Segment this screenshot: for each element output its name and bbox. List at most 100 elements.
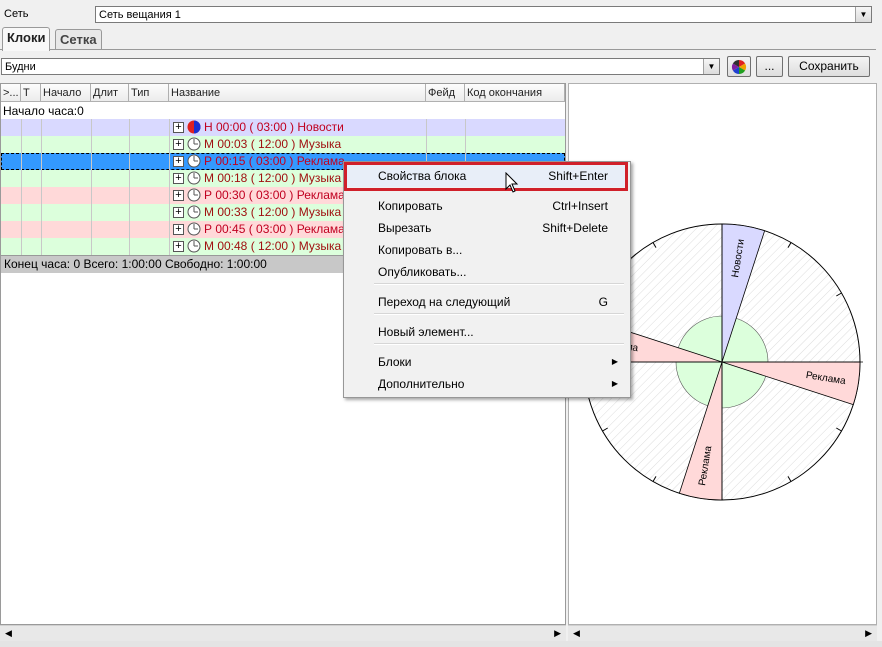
cell-divider bbox=[91, 119, 92, 136]
table-row[interactable]: + М 00:03 ( 12:00 ) Музыка bbox=[1, 136, 565, 153]
status-strip bbox=[0, 641, 882, 647]
col-header-fade[interactable]: Фейд bbox=[426, 84, 465, 102]
cell-divider bbox=[129, 119, 130, 136]
expand-icon[interactable]: + bbox=[173, 207, 184, 218]
expand-icon[interactable]: + bbox=[173, 190, 184, 201]
cell-divider bbox=[41, 187, 42, 204]
col-header-name[interactable]: Название bbox=[169, 84, 426, 102]
news-pie-icon bbox=[187, 120, 201, 134]
tab-grid[interactable]: Сетка bbox=[55, 29, 102, 50]
cell-divider bbox=[21, 170, 22, 187]
tab-clocks[interactable]: Клоки bbox=[2, 27, 51, 51]
clock-icon bbox=[187, 171, 201, 185]
cell-divider bbox=[465, 119, 466, 136]
menu-item[interactable]: Дополнительно ▶ bbox=[344, 373, 628, 395]
grid-footer-text: Конец часа: 0 Всего: 1:00:00 Свободно: 1… bbox=[4, 257, 267, 271]
cell-divider bbox=[129, 187, 130, 204]
cell-divider bbox=[91, 204, 92, 221]
menu-item-label: Новый элемент... bbox=[378, 325, 474, 339]
cell-divider bbox=[169, 119, 170, 136]
menu-item[interactable]: Переход на следующий G bbox=[344, 291, 628, 313]
row-name: М 00:18 ( 12:00 ) Музыка bbox=[204, 171, 342, 185]
menu-item[interactable]: Опубликовать... bbox=[344, 261, 628, 283]
cell-divider bbox=[21, 204, 22, 221]
expand-icon[interactable]: + bbox=[173, 173, 184, 184]
cell-divider bbox=[129, 170, 130, 187]
cell-divider bbox=[21, 238, 22, 255]
more-button[interactable]: ... bbox=[756, 56, 783, 77]
cell-divider bbox=[91, 221, 92, 238]
menu-separator bbox=[374, 343, 624, 345]
scroll-right-icon[interactable]: ▶ bbox=[554, 626, 561, 641]
cell-divider bbox=[169, 187, 170, 204]
cell-divider bbox=[41, 221, 42, 238]
cell-divider bbox=[129, 204, 130, 221]
col-header-start[interactable]: Начало bbox=[41, 84, 91, 102]
cell-divider bbox=[91, 238, 92, 255]
cell-divider bbox=[21, 221, 22, 238]
cell-divider bbox=[91, 170, 92, 187]
clock-select[interactable]: Будни ▼ bbox=[1, 58, 720, 75]
chevron-down-icon[interactable]: ▼ bbox=[855, 7, 871, 22]
menu-item-label: Опубликовать... bbox=[378, 265, 467, 279]
cell-divider bbox=[169, 136, 170, 153]
col-header-expand[interactable]: >... bbox=[1, 84, 21, 102]
expand-icon[interactable]: + bbox=[173, 122, 184, 133]
hour-start-label: Начало часа:0 bbox=[3, 104, 84, 118]
clock-icon bbox=[187, 205, 201, 219]
menu-item-label: Вырезать bbox=[378, 221, 432, 235]
expand-icon[interactable]: + bbox=[173, 156, 184, 167]
cell-divider bbox=[91, 187, 92, 204]
save-button[interactable]: Сохранить bbox=[788, 56, 870, 77]
cell-divider bbox=[169, 153, 170, 170]
clock-select-value: Будни bbox=[5, 61, 36, 73]
cell-divider bbox=[465, 136, 466, 153]
col-header-end-code[interactable]: Код окончания bbox=[465, 84, 565, 102]
clock-icon bbox=[187, 154, 201, 168]
diagram-scrollbar[interactable]: ◀ ▶ bbox=[568, 625, 877, 641]
cell-divider bbox=[41, 153, 42, 170]
color-palette-button[interactable] bbox=[727, 56, 751, 77]
cell-divider bbox=[41, 170, 42, 187]
chevron-down-icon[interactable]: ▼ bbox=[703, 59, 719, 74]
cell-divider bbox=[129, 221, 130, 238]
cell-divider bbox=[169, 221, 170, 238]
col-header-t[interactable]: Т bbox=[21, 84, 41, 102]
table-row[interactable]: + Н 00:00 ( 03:00 ) Новости bbox=[1, 119, 565, 136]
menu-item[interactable]: Копировать Ctrl+Insert bbox=[344, 195, 628, 217]
menu-separator bbox=[374, 283, 624, 285]
cell-divider bbox=[129, 136, 130, 153]
highlight-box bbox=[344, 162, 628, 191]
menu-item[interactable]: Блоки ▶ bbox=[344, 351, 628, 373]
menu-item-label: Копировать в... bbox=[378, 243, 463, 257]
menu-item-shortcut: G bbox=[598, 295, 608, 309]
expand-icon[interactable]: + bbox=[173, 224, 184, 235]
expand-icon[interactable]: + bbox=[173, 241, 184, 252]
cell-divider bbox=[21, 136, 22, 153]
menu-item[interactable]: Новый элемент... bbox=[344, 321, 628, 343]
network-select-value: Сеть вещания 1 bbox=[99, 9, 181, 21]
cell-divider bbox=[41, 238, 42, 255]
tab-underline bbox=[0, 49, 876, 50]
grid-scrollbar[interactable]: ◀ ▶ bbox=[0, 625, 566, 641]
row-name: М 00:03 ( 12:00 ) Музыка bbox=[204, 137, 342, 151]
network-select[interactable]: Сеть вещания 1 ▼ bbox=[95, 6, 872, 23]
scroll-left-icon[interactable]: ◀ bbox=[573, 626, 580, 641]
cell-divider bbox=[426, 119, 427, 136]
row-name: Р 00:45 ( 03:00 ) Реклама bbox=[204, 222, 345, 236]
menu-item[interactable]: Вырезать Shift+Delete bbox=[344, 217, 628, 239]
scroll-right-icon[interactable]: ▶ bbox=[865, 626, 872, 641]
cell-divider bbox=[21, 153, 22, 170]
cell-divider bbox=[91, 153, 92, 170]
expand-icon[interactable]: + bbox=[173, 139, 184, 150]
row-name: Н 00:00 ( 03:00 ) Новости bbox=[204, 120, 344, 134]
menu-item[interactable]: Копировать в... bbox=[344, 239, 628, 261]
cell-divider bbox=[41, 119, 42, 136]
row-name: Р 00:30 ( 03:00 ) Реклама bbox=[204, 188, 345, 202]
scroll-left-icon[interactable]: ◀ bbox=[5, 626, 12, 641]
col-header-type[interactable]: Тип bbox=[129, 84, 169, 102]
menu-item-label: Дополнительно bbox=[378, 377, 465, 391]
mouse-cursor-icon bbox=[505, 172, 519, 193]
clock-icon bbox=[187, 222, 201, 236]
col-header-duration[interactable]: Длит bbox=[91, 84, 129, 102]
